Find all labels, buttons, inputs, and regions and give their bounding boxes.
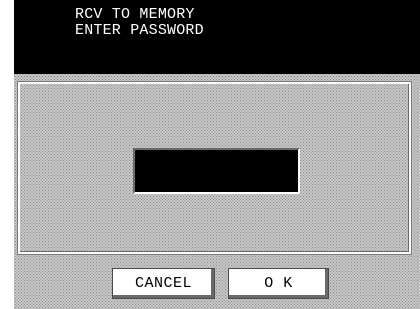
ok-button[interactable]: O K — [228, 268, 329, 299]
header-banner: RCV TO MEMORY ENTER PASSWORD — [14, 0, 420, 74]
mode-title: RCV TO MEMORY — [75, 6, 195, 23]
prompt-text: ENTER PASSWORD — [75, 22, 204, 39]
fax-lcd-screen: RCV TO MEMORY ENTER PASSWORD CANCEL O K — [14, 0, 420, 309]
password-field[interactable] — [133, 148, 300, 194]
cancel-button[interactable]: CANCEL — [112, 268, 215, 299]
